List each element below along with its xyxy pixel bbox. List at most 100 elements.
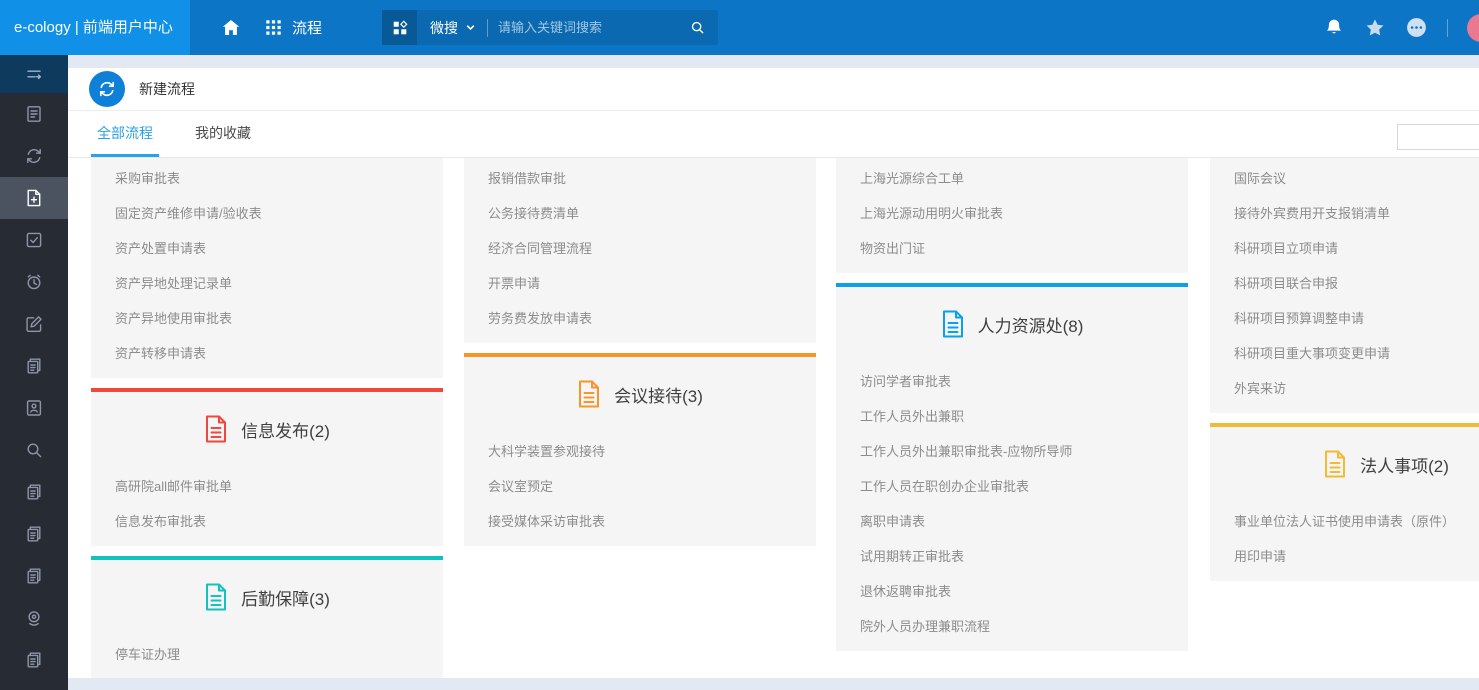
process-link[interactable]: 停车证办理 [115, 636, 431, 671]
category-card: 采购审批表固定资产维修申请/验收表资产处置申请表资产异地处理记录单资产异地使用审… [91, 158, 443, 378]
search-scope-label: 微搜 [430, 18, 458, 38]
process-link[interactable]: 资产异地处理记录单 [115, 265, 431, 300]
process-link[interactable]: 退休返聘审批表 [860, 573, 1176, 608]
copy-documents-icon[interactable] [0, 345, 68, 387]
process-link[interactable]: 国际会议 [1234, 160, 1479, 195]
category-document-icon [1323, 450, 1347, 478]
home-button[interactable] [220, 17, 242, 39]
new-process-icon[interactable] [0, 177, 68, 219]
category-title: 信息发布(2) [241, 417, 330, 442]
todo-check-icon[interactable] [0, 219, 68, 261]
page-header: 新建流程 [68, 68, 1479, 111]
process-link[interactable]: 科研项目联合申报 [1234, 265, 1479, 300]
process-link[interactable]: 经济合同管理流程 [488, 230, 804, 265]
process-filter-input[interactable] [1397, 124, 1479, 150]
category-card: 上海光源综合工单上海光源动用明火审批表物资出门证 [836, 158, 1188, 273]
process-link[interactable]: 离职申请表 [860, 503, 1176, 538]
process-link[interactable]: 接受媒体采访审批表 [488, 503, 804, 538]
category-card: 人力资源处(8)访问学者审批表工作人员外出兼职工作人员外出兼职审批表-应物所导师… [836, 283, 1188, 651]
process-link[interactable]: 接待外宾费用开支报销清单 [1234, 195, 1479, 230]
process-link[interactable]: 工作人员外出兼职 [860, 398, 1176, 433]
process-link[interactable]: 试用期转正审批表 [860, 538, 1176, 573]
process-link[interactable]: 报销借款审批 [488, 160, 804, 195]
process-link[interactable]: 信息发布审批表 [115, 503, 431, 538]
pending-clock-icon[interactable] [0, 261, 68, 303]
process-link[interactable]: 科研项目立项申请 [1234, 230, 1479, 265]
new-process-module-icon [89, 71, 125, 107]
page-title: 新建流程 [139, 79, 195, 99]
webcam-icon[interactable] [0, 597, 68, 639]
process-link[interactable]: 院外人员办理兼职流程 [860, 608, 1176, 643]
tab-my-favorites[interactable]: 我的收藏 [189, 111, 257, 157]
sync-flow-icon[interactable] [0, 135, 68, 177]
global-search-bar: 微搜 [382, 10, 718, 45]
category-document-icon [204, 415, 228, 443]
menu-toggle-icon[interactable] [0, 55, 68, 93]
user-avatar[interactable] [1467, 14, 1479, 42]
process-list: 高研院all邮件审批单信息发布审批表 [91, 466, 443, 546]
category-header: 人力资源处(8) [836, 287, 1188, 361]
search-icon[interactable] [685, 19, 718, 36]
process-link[interactable]: 大科学装置参观接待 [488, 433, 804, 468]
category-title: 会议接待(3) [614, 382, 703, 407]
process-link[interactable]: 科研项目预算调整申请 [1234, 300, 1479, 335]
process-link[interactable]: 工作人员外出兼职审批表-应物所导师 [860, 433, 1176, 468]
process-list: 国际会议接待外宾费用开支报销清单科研项目立项申请科研项目联合申报科研项目预算调整… [1210, 158, 1479, 413]
copy-documents-icon[interactable] [0, 639, 68, 681]
chevron-down-icon [465, 20, 476, 36]
nav-process-menu[interactable]: 流程 [264, 17, 322, 38]
category-header: 会议接待(3) [464, 357, 816, 431]
process-category-grid: 采购审批表固定资产维修申请/验收表资产处置申请表资产异地处理记录单资产异地使用审… [68, 158, 1479, 678]
process-link[interactable]: 上海光源动用明火审批表 [860, 195, 1176, 230]
process-list: 停车证办理 [91, 634, 443, 678]
search-scope-dropdown[interactable]: 微搜 [417, 18, 487, 38]
category-title: 法人事项(2) [1360, 452, 1449, 477]
process-link[interactable]: 资产处置申请表 [115, 230, 431, 265]
new-process-panel: 新建流程 全部流程我的收藏 采购审批表固定资产维修申请/验收表资产处置申请表资产… [68, 68, 1479, 678]
copy-documents-icon[interactable] [0, 471, 68, 513]
contact-card-icon[interactable] [0, 387, 68, 429]
process-link[interactable]: 工作人员在职创办企业审批表 [860, 468, 1176, 503]
process-link[interactable]: 资产异地使用审批表 [115, 300, 431, 335]
process-link[interactable]: 上海光源综合工单 [860, 160, 1176, 195]
category-header: 后勤保障(3) [91, 560, 443, 634]
category-column: 报销借款审批公务接待费清单经济合同管理流程开票申请劳务费发放申请表会议接待(3)… [464, 158, 816, 546]
global-search-input[interactable] [488, 10, 685, 45]
topbar-right-actions [1323, 14, 1479, 42]
category-document-icon [577, 380, 601, 408]
process-link[interactable]: 科研项目重大事项变更申请 [1234, 335, 1479, 370]
app-logo[interactable]: e-cology | 前端用户中心 [0, 0, 190, 55]
document-list-icon[interactable] [0, 93, 68, 135]
process-link[interactable]: 公务接待费清单 [488, 195, 804, 230]
process-list: 访问学者审批表工作人员外出兼职工作人员外出兼职审批表-应物所导师工作人员在职创办… [836, 361, 1188, 651]
process-link[interactable]: 采购审批表 [115, 160, 431, 195]
process-link[interactable]: 资产转移申请表 [115, 335, 431, 370]
process-link[interactable]: 访问学者审批表 [860, 363, 1176, 398]
process-link[interactable]: 物资出门证 [860, 230, 1176, 265]
search-icon[interactable] [0, 429, 68, 471]
copy-documents-icon[interactable] [0, 513, 68, 555]
process-link[interactable]: 事业单位法人证书使用申请表（原件） [1234, 503, 1479, 538]
category-document-icon [941, 310, 965, 338]
top-navigation-bar: e-cology | 前端用户中心 流程 [0, 0, 1479, 55]
process-link[interactable]: 外宾来访 [1234, 370, 1479, 405]
draft-edit-icon[interactable] [0, 303, 68, 345]
process-link[interactable]: 会议室预定 [488, 468, 804, 503]
category-document-icon [204, 583, 228, 611]
category-card: 国际会议接待外宾费用开支报销清单科研项目立项申请科研项目联合申报科研项目预算调整… [1210, 158, 1479, 413]
process-link[interactable]: 固定资产维修申请/验收表 [115, 195, 431, 230]
app-grid-icon[interactable] [382, 10, 417, 45]
process-link[interactable]: 高研院all邮件审批单 [115, 468, 431, 503]
tab-all-processes[interactable]: 全部流程 [91, 111, 159, 157]
favorites-star-icon[interactable] [1364, 17, 1386, 39]
process-list: 上海光源综合工单上海光源动用明火审批表物资出门证 [836, 158, 1188, 273]
process-list: 采购审批表固定资产维修申请/验收表资产处置申请表资产异地处理记录单资产异地使用审… [91, 158, 443, 378]
process-list: 事业单位法人证书使用申请表（原件）用印申请 [1210, 501, 1479, 581]
process-link[interactable]: 劳务费发放申请表 [488, 300, 804, 335]
notification-bell-icon[interactable] [1323, 17, 1345, 39]
process-link[interactable]: 开票申请 [488, 265, 804, 300]
copy-documents-icon[interactable] [0, 555, 68, 597]
more-options-icon[interactable] [1405, 16, 1428, 39]
app-window: e-cology | 前端用户中心 流程 [0, 0, 1479, 690]
process-link[interactable]: 用印申请 [1234, 538, 1479, 573]
